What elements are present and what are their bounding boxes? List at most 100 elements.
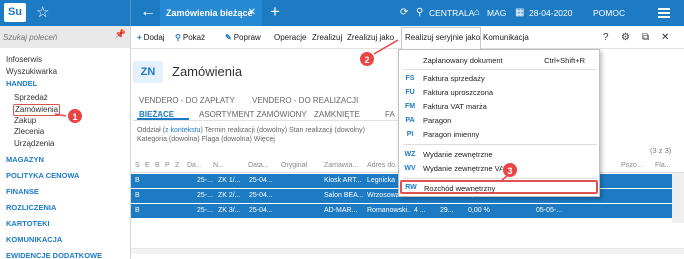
filter-realization-term[interactable]: Termin realizacji (dowolny) [205, 127, 287, 134]
show-button[interactable]: ⚲ Pokaż [175, 26, 205, 49]
sidebar-section-finanse[interactable]: FINANSE [6, 187, 39, 197]
help-pomoc-link[interactable]: POMOC [593, 0, 625, 26]
doc-pa-icon: PA [405, 117, 415, 124]
record-count: (3 z 3) [650, 146, 672, 155]
col-s[interactable]: S [135, 158, 140, 173]
col-da[interactable]: Da... [187, 158, 209, 173]
vertical-scrollbar[interactable] [672, 173, 684, 223]
sidebar-item-zakup[interactable]: Zakup [14, 116, 36, 126]
realize-as-button[interactable]: Zrealizuj jako [347, 26, 394, 49]
horizontal-scrollbar[interactable] [131, 248, 684, 254]
filter-branch-value[interactable]: z kontekstu [165, 127, 200, 134]
warehouse-mag[interactable]: MAG [487, 0, 506, 26]
filter-more[interactable]: Więcej [254, 136, 275, 143]
pin-icon[interactable]: 📌 [115, 29, 126, 40]
doc-wv-icon: WV [404, 165, 416, 172]
menu-item-pi[interactable]: PI Paragon imienny [399, 128, 599, 141]
close-tab-icon[interactable]: ✕ [248, 0, 256, 26]
sidebar-section-magazyn[interactable]: MAGAZYN [6, 155, 44, 165]
sidebar-item-zlecenia[interactable]: Zlecenia [14, 127, 44, 137]
col-remaining[interactable]: Pozo... [621, 158, 649, 173]
sidebar-item-wyszukiwarka[interactable]: Wyszukiwarka [6, 67, 57, 77]
cell-net: 4 ... [414, 207, 426, 214]
col-original[interactable]: Oryginał [281, 158, 321, 173]
popout-window-icon[interactable]: ⧉ [642, 26, 649, 49]
tab-fa-truncated[interactable]: FA [385, 110, 395, 119]
cell-percent: 0,00 % [468, 207, 490, 214]
menu-item-pa[interactable]: PA Paragon [399, 114, 599, 127]
col-orderer[interactable]: Zamawia... [324, 158, 364, 173]
menu-item-fs[interactable]: FS Faktura sprzedaży [399, 72, 599, 85]
col-e[interactable]: E [145, 158, 150, 173]
col-address[interactable]: Adres do... [367, 158, 397, 173]
sidebar-section-polityka-cenowa[interactable]: POLITYKA CENOWA [6, 171, 79, 181]
sidebar-section-handel[interactable]: HANDEL [6, 79, 37, 89]
fix-button[interactable]: ✎ Popraw [225, 26, 261, 49]
realize-button[interactable]: Zrealizuj [312, 26, 342, 49]
sidebar-item-infoserwis[interactable]: Infoserwis [6, 55, 42, 65]
filter-flag[interactable]: Flaga (dowolna) [202, 136, 252, 143]
menu-item-wz[interactable]: WZ Wydanie zewnętrzne [399, 148, 599, 161]
cell-gross: 29... [440, 207, 454, 214]
back-arrow-icon[interactable]: ← [140, 1, 156, 23]
table-row[interactable]: B 25-... ZK 3/... 25-04... AD-MAR... Rom… [131, 204, 672, 218]
sidebar-item-zamowienia[interactable]: Zamówienia [13, 104, 61, 116]
sidebar-item-sprzedaz[interactable]: Sprzedaż [14, 93, 48, 103]
menu-item-planned-document[interactable]: Zaplanowany dokument Ctrl+Shift+R [399, 54, 599, 67]
menu-item-fu[interactable]: FU Faktura uproszczona [399, 86, 599, 99]
toolbar: + Dodaj ⚲ Pokaż ✎ Popraw Operacje Zrealizuj… [131, 26, 684, 49]
callout-step-2: 2 [359, 51, 375, 67]
filter-realization-state[interactable]: Stan realizacji (dowolny) [289, 127, 365, 134]
col-p[interactable]: P [165, 158, 170, 173]
help-icon[interactable]: ? [603, 26, 609, 49]
favorites-star-icon[interactable]: ☆ [36, 3, 49, 22]
col-flag[interactable]: Fla... [655, 158, 675, 173]
col-n[interactable]: N... [213, 158, 229, 173]
cell-b: B [135, 207, 140, 214]
menu-item-fm[interactable]: FM Faktura VAT marża [399, 100, 599, 113]
tab-zamkniete[interactable]: ZAMKNIĘTE [314, 110, 360, 119]
callout-step-3: 3 [502, 162, 518, 178]
col-b[interactable]: B [155, 158, 160, 173]
sidebar-section-ewidencje[interactable]: EWIDENCJE DODATKOWE [6, 251, 102, 259]
sidebar-section-rozliczenia[interactable]: ROZLICZENIA [6, 203, 56, 213]
working-date[interactable]: 28-04-2020 [529, 0, 572, 26]
gear-icon[interactable]: ⚙ [621, 26, 630, 49]
cell-da: 25-... [197, 177, 213, 184]
tab-zamowienia-biezace[interactable]: Zamówienia bieżące ✕ [160, 0, 262, 26]
hamburger-menu-icon[interactable] [658, 8, 670, 18]
filter-category[interactable]: Kategoria (dowolna) [137, 136, 200, 143]
col-data[interactable]: Data... [248, 158, 276, 173]
menu-item-wv[interactable]: WV Wydanie zewnętrzne VAT [399, 162, 599, 175]
sidebar-item-urzadzenia[interactable]: Urządzenia [14, 139, 54, 149]
operations-button[interactable]: Operacje [274, 26, 306, 49]
cell-orderer: Kiosk ART... [324, 177, 362, 184]
close-window-icon[interactable]: ✕ [661, 26, 669, 49]
filter-branch-label: Oddział ( [137, 127, 166, 134]
tab-vendero-do-realizacji[interactable]: VENDERO - DO REALIZACJI [252, 96, 358, 105]
realize-series-as-button[interactable]: Realizuj seryjnie jako [405, 26, 480, 49]
col-z[interactable]: Z [175, 158, 179, 173]
cell-address: Legnicka ... [367, 177, 397, 184]
menu-item-rw[interactable]: RW Rozchód wewnętrzny [400, 180, 598, 194]
sidebar-section-komunikacja[interactable]: KOMUNIKACJA [6, 235, 62, 245]
tab-title: Zamówienia bieżące [166, 8, 253, 18]
cell-orderer: AD-MAR... [324, 207, 358, 214]
sync-icon[interactable]: ⟳ [400, 0, 408, 26]
cell-number: ZK 3/... [218, 207, 241, 214]
new-tab-plus-icon[interactable]: + [270, 0, 280, 24]
command-search-input[interactable] [3, 29, 113, 45]
tab-asortyment-zamowiony[interactable]: ASORTYMENT ZAMÓWIONY [199, 110, 307, 119]
communication-button[interactable]: Komunikacja [483, 26, 529, 49]
cell-number: ZK 2/... [218, 192, 241, 199]
branch-centrala[interactable]: CENTRALA [429, 0, 474, 26]
doc-fu-icon: FU [405, 89, 415, 96]
cell-da: 25-... [197, 207, 213, 214]
sidebar-search: 📌 [0, 26, 130, 48]
pencil-icon: ✎ [225, 33, 232, 42]
cell-orderer: Salon BEA... [324, 192, 364, 199]
sidebar-section-kartoteki[interactable]: KARTOTEKI [6, 219, 50, 229]
add-button[interactable]: + Dodaj [137, 26, 165, 49]
tab-vendero-do-zaplaty[interactable]: VENDERO - DO ZAPŁATY [139, 96, 235, 105]
cell-b: B [135, 177, 140, 184]
